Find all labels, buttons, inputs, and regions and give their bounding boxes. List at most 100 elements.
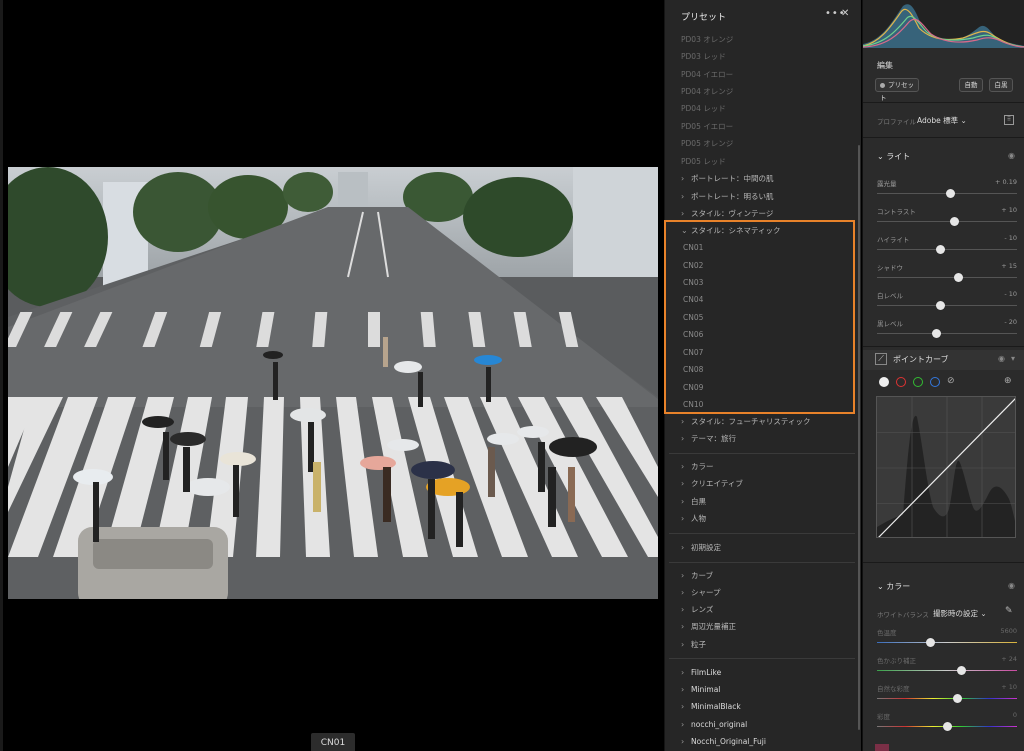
preset-group[interactable]: › Minimal [665, 681, 855, 698]
preset-item[interactable]: PD04 イエロー [665, 66, 855, 83]
slider-label: 白レベル [877, 292, 903, 300]
color-title: ⌄ カラー [877, 581, 910, 592]
slider-thumb[interactable] [926, 638, 936, 647]
preset-item-cn[interactable]: CN10 [665, 396, 855, 413]
preset-item-cn[interactable]: CN01 [665, 239, 855, 256]
preset-group[interactable]: › MinimalBlack [665, 698, 855, 715]
preset-group[interactable]: › カーブ [665, 567, 855, 584]
preset-group[interactable]: › FilmLike [665, 664, 855, 681]
preset-item-cn[interactable]: CN02 [665, 257, 855, 274]
preset-group[interactable]: › テーマ：旅行 [665, 430, 855, 447]
curve-channel-blue-icon[interactable] [930, 377, 940, 387]
preset-item[interactable]: PD05 レッド [665, 153, 855, 170]
preset-group[interactable]: › スタイル：ヴィンテージ [665, 205, 855, 222]
preset-group[interactable]: › 初期設定 [665, 539, 855, 556]
preset-item-cn[interactable]: CN07 [665, 344, 855, 361]
preset-group-label: レンズ [691, 605, 714, 614]
curve-tool-icon[interactable]: ⟋ [875, 353, 887, 365]
preset-item[interactable]: PD03 レッド [665, 48, 855, 65]
photo-canvas[interactable]: CN01 [0, 0, 664, 751]
preset-group[interactable]: › 周辺光量補正 [665, 618, 855, 635]
preset-item[interactable]: PD05 オレンジ [665, 135, 855, 152]
slider-blacks[interactable]: 黒レベル - 20 [877, 318, 1017, 346]
bw-button[interactable]: 白黒 [989, 78, 1013, 92]
preset-group[interactable]: › スタイル：フューチャリスティック [665, 413, 855, 430]
presets-scrollbar[interactable] [858, 145, 860, 730]
slider-thumb[interactable] [957, 666, 966, 675]
preset-group[interactable]: › シャープ [665, 584, 855, 601]
slider-thumb[interactable] [936, 245, 945, 254]
slider-whites[interactable]: 白レベル - 10 [877, 290, 1017, 318]
slider-contrast[interactable]: コントラスト + 10 [877, 206, 1017, 234]
preset-item-cn[interactable]: CN06 [665, 326, 855, 343]
preset-item[interactable]: PD04 オレンジ [665, 83, 855, 100]
filmstrip-current-label[interactable]: CN01 [311, 733, 355, 751]
slider-vibrance[interactable]: 自然な彩度 + 10 [877, 683, 1017, 711]
close-icon[interactable]: ✕ [841, 8, 849, 19]
point-curve-graph[interactable] [876, 396, 1016, 538]
chevron-down-icon[interactable]: ▾ [1011, 354, 1015, 363]
curve-section-header[interactable]: ⟋ ポイントカーブ ◉ ▾ [863, 350, 1024, 370]
preset-toggle-button[interactable]: プリセット [875, 78, 919, 102]
slider-value: - 20 [1004, 318, 1017, 326]
slider-thumb[interactable] [936, 301, 945, 310]
preset-item[interactable]: PD04 レッド [665, 100, 855, 117]
preset-item-cn[interactable]: CN05 [665, 309, 855, 326]
preset-item[interactable]: PD05 イエロー [665, 118, 855, 135]
slider-shadows[interactable]: シャドウ + 15 [877, 262, 1017, 290]
preset-group[interactable]: › 粒子 [665, 636, 855, 653]
preset-group[interactable]: › 白黒 [665, 493, 855, 510]
light-section-header[interactable]: ⌄ ライト ◉ [863, 147, 1024, 167]
slider-thumb[interactable] [952, 694, 962, 703]
curve-channel-rgb-icon[interactable] [879, 377, 889, 387]
slider-exposure[interactable]: 露光量 + 0.19 [877, 178, 1017, 206]
preset-group[interactable]: › 人物 [665, 510, 855, 527]
slider-label: 自然な彩度 [877, 685, 910, 693]
preset-item[interactable]: PD03 オレンジ [665, 31, 855, 48]
preset-group[interactable]: › Nocchi_Original_Fuji [665, 733, 855, 750]
preset-group[interactable]: › クリエイティブ [665, 475, 855, 492]
eye-icon[interactable]: ◉ [1008, 151, 1015, 160]
photo[interactable] [8, 167, 658, 599]
color-section-header[interactable]: ⌄ カラー ◉ [863, 577, 1024, 597]
profile-dropdown[interactable]: Adobe 標準 ⌄ [917, 115, 967, 126]
divider [669, 562, 855, 563]
curve-pen-icon[interactable]: ⊘ [947, 376, 955, 386]
slider-thumb[interactable] [950, 217, 959, 226]
slider-thumb[interactable] [931, 329, 941, 338]
slider-label: 露光量 [877, 180, 897, 188]
eye-icon[interactable]: ◉ [998, 354, 1005, 363]
slider-label: 彩度 [877, 713, 890, 721]
curve-channel-green-icon[interactable] [913, 377, 923, 387]
preset-item-cn[interactable]: CN08 [665, 361, 855, 378]
slider-temperature[interactable]: 色温度 5600 [877, 627, 1017, 655]
preset-item-cn[interactable]: CN09 [665, 379, 855, 396]
preset-group-label: ポートレート：明るい肌 [691, 192, 774, 201]
slider-tint[interactable]: 色かぶり補正 + 24 [877, 655, 1017, 683]
slider-saturation[interactable]: 彩度 0 [877, 711, 1017, 739]
color-mixer-icon[interactable] [875, 744, 889, 751]
slider-thumb[interactable] [954, 273, 964, 282]
eye-icon[interactable]: ◉ [1008, 581, 1015, 590]
chevron-right-icon: › [681, 605, 685, 614]
slider-highlights[interactable]: ハイライト - 10 [877, 234, 1017, 262]
eyedropper-icon[interactable]: ✎ [1005, 606, 1013, 616]
slider-thumb[interactable] [943, 722, 952, 731]
slider-label: 黒レベル [877, 320, 903, 328]
preset-group[interactable]: › カラー [665, 458, 855, 475]
wb-dropdown[interactable]: 撮影時の設定 ⌄ [933, 608, 987, 619]
target-adjust-icon[interactable]: ⊕ [1004, 376, 1012, 386]
preset-group-open[interactable]: ⌄ スタイル：シネマティック [665, 222, 855, 239]
profile-browser-icon[interactable]: ⠿ [1004, 115, 1014, 125]
preset-group[interactable]: › ポートレート：中間の肌 [665, 170, 855, 187]
slider-thumb[interactable] [945, 189, 955, 198]
preset-group[interactable]: › ポートレート：明るい肌 [665, 188, 855, 205]
preset-item-cn[interactable]: CN03 [665, 274, 855, 291]
auto-button[interactable]: 自動 [959, 78, 983, 92]
preset-group[interactable]: › レンズ [665, 601, 855, 618]
preset-item-cn[interactable]: CN04 [665, 291, 855, 308]
curve-channel-red-icon[interactable] [896, 377, 906, 387]
preset-group-label: 初期設定 [691, 543, 721, 552]
wb-label: ホワイトバランス [877, 611, 929, 619]
preset-group[interactable]: › nocchi_original [665, 716, 855, 733]
